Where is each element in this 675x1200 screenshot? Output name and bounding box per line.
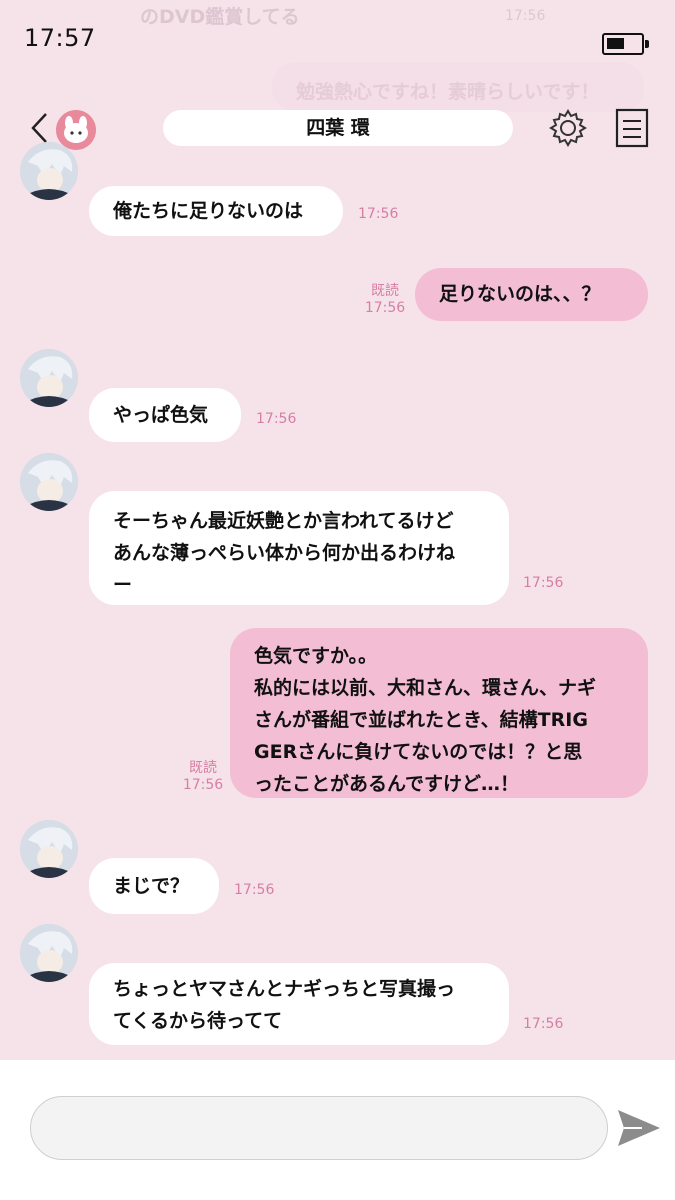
faded-message-bubble-text: 勉強熱心ですね！素晴らしいです！ <box>296 81 600 103</box>
message-bubble: 俺たちに足りないのは <box>89 186 343 236</box>
message-time: 17:56 <box>523 1016 564 1032</box>
message-bubble: やっぱ色気 <box>89 388 241 442</box>
avatar[interactable] <box>20 453 78 511</box>
chevron-left-icon[interactable] <box>26 110 56 146</box>
message-time: 17:56 <box>182 777 224 793</box>
message-time: 17:56 <box>364 300 406 316</box>
message-time: 17:56 <box>234 882 275 898</box>
message-time: 17:56 <box>358 206 399 222</box>
message-time: 17:56 <box>256 411 297 427</box>
battery-icon <box>602 33 649 55</box>
message-bubble: ちょっとヤマさんとナギっちと写真撮っ てくるから待ってて <box>89 963 509 1045</box>
send-icon[interactable] <box>616 1106 662 1150</box>
message-bubble: 色気ですか。。 私的には以前、大和さん、環さん、ナギ さんが番組で並ばれたとき、… <box>230 628 648 798</box>
avatar[interactable] <box>20 820 78 878</box>
status-bar: 17:57 <box>0 0 675 70</box>
notes-icon[interactable] <box>615 108 649 148</box>
avatar-icon[interactable] <box>56 110 96 150</box>
message-input[interactable] <box>30 1096 608 1160</box>
status-time: 17:57 <box>24 24 96 52</box>
avatar[interactable] <box>20 142 78 200</box>
message-bubble: そーちゃん最近妖艶とか言われてるけど あんな薄っぺらい体から何か出るわけね ー <box>89 491 509 605</box>
avatar[interactable] <box>20 924 78 982</box>
avatar[interactable] <box>20 349 78 407</box>
read-receipt: 既読 17:56 <box>362 283 408 317</box>
message-bubble: 足りないのは、、？ <box>415 268 648 321</box>
message-bubble: まじで？ <box>89 858 219 914</box>
read-label: 既読 <box>189 760 217 776</box>
message-input-bar <box>0 1060 675 1200</box>
gear-icon[interactable] <box>548 108 588 148</box>
read-receipt: 既読 17:56 <box>180 760 226 794</box>
read-label: 既読 <box>371 283 399 299</box>
message-time: 17:56 <box>523 575 564 591</box>
chat-title: 四葉 環 <box>163 110 513 146</box>
